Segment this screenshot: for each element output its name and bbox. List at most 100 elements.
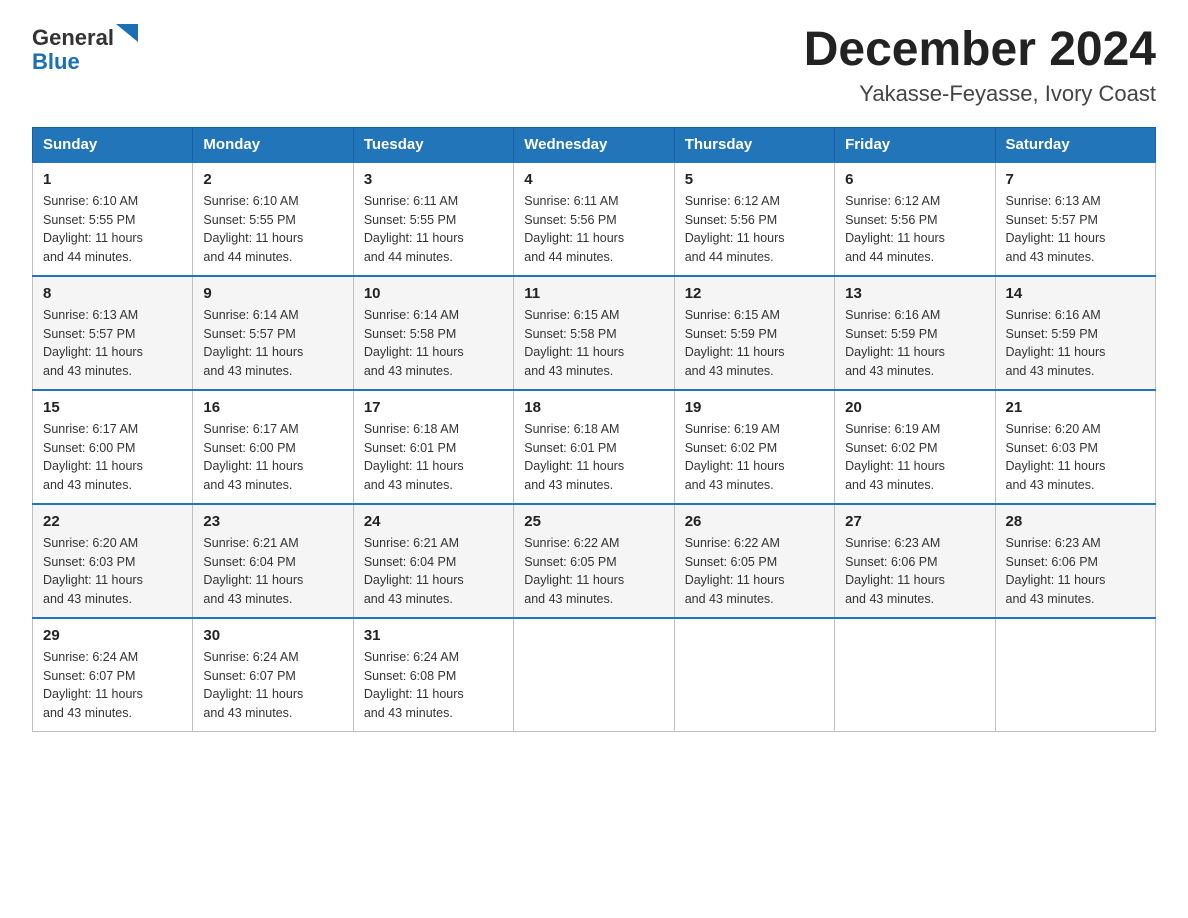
day-number: 22: [43, 513, 182, 530]
day-info: Sunrise: 6:22 AMSunset: 6:05 PMDaylight:…: [524, 534, 663, 609]
title-block: December 2024 Yakasse-Feyasse, Ivory Coa…: [804, 24, 1156, 107]
calendar-cell: 20 Sunrise: 6:19 AMSunset: 6:02 PMDayligh…: [835, 390, 995, 504]
logo-arrow-icon: [116, 24, 138, 46]
calendar-cell: 8 Sunrise: 6:13 AMSunset: 5:57 PMDaylight…: [33, 276, 193, 390]
day-info: Sunrise: 6:10 AMSunset: 5:55 PMDaylight:…: [203, 192, 342, 267]
calendar-cell: 24 Sunrise: 6:21 AMSunset: 6:04 PMDayligh…: [353, 504, 513, 618]
weekday-header-row: SundayMondayTuesdayWednesdayThursdayFrid…: [33, 127, 1156, 162]
week-row-1: 1 Sunrise: 6:10 AMSunset: 5:55 PMDaylight…: [33, 162, 1156, 276]
day-number: 19: [685, 399, 824, 416]
calendar-cell: 23 Sunrise: 6:21 AMSunset: 6:04 PMDayligh…: [193, 504, 353, 618]
day-number: 13: [845, 285, 984, 302]
calendar-cell: 10 Sunrise: 6:14 AMSunset: 5:58 PMDayligh…: [353, 276, 513, 390]
day-info: Sunrise: 6:16 AMSunset: 5:59 PMDaylight:…: [1006, 306, 1145, 381]
calendar-cell: 11Sunrise: 6:15 AMSunset: 5:58 PMDayligh…: [514, 276, 674, 390]
day-info: Sunrise: 6:23 AMSunset: 6:06 PMDaylight:…: [1006, 534, 1145, 609]
day-info: Sunrise: 6:14 AMSunset: 5:58 PMDaylight:…: [364, 306, 503, 381]
logo-blue-text: Blue: [32, 49, 80, 75]
calendar-cell: 28 Sunrise: 6:23 AMSunset: 6:06 PMDayligh…: [995, 504, 1155, 618]
calendar-cell: 9 Sunrise: 6:14 AMSunset: 5:57 PMDaylight…: [193, 276, 353, 390]
calendar-cell: 15 Sunrise: 6:17 AMSunset: 6:00 PMDayligh…: [33, 390, 193, 504]
calendar-cell: 4Sunrise: 6:11 AMSunset: 5:56 PMDaylight…: [514, 162, 674, 276]
weekday-header-wednesday: Wednesday: [514, 127, 674, 162]
calendar-cell: 26Sunrise: 6:22 AMSunset: 6:05 PMDayligh…: [674, 504, 834, 618]
day-info: Sunrise: 6:17 AMSunset: 6:00 PMDaylight:…: [203, 420, 342, 495]
calendar-cell: 30 Sunrise: 6:24 AMSunset: 6:07 PMDayligh…: [193, 618, 353, 732]
calendar-cell: 16 Sunrise: 6:17 AMSunset: 6:00 PMDayligh…: [193, 390, 353, 504]
day-info: Sunrise: 6:23 AMSunset: 6:06 PMDaylight:…: [845, 534, 984, 609]
day-info: Sunrise: 6:20 AMSunset: 6:03 PMDaylight:…: [1006, 420, 1145, 495]
day-info: Sunrise: 6:19 AMSunset: 6:02 PMDaylight:…: [845, 420, 984, 495]
day-info: Sunrise: 6:24 AMSunset: 6:07 PMDaylight:…: [43, 648, 182, 723]
day-info: Sunrise: 6:14 AMSunset: 5:57 PMDaylight:…: [203, 306, 342, 381]
day-number: 15: [43, 399, 182, 416]
day-info: Sunrise: 6:24 AMSunset: 6:07 PMDaylight:…: [203, 648, 342, 723]
day-number: 27: [845, 513, 984, 530]
day-info: Sunrise: 6:21 AMSunset: 6:04 PMDaylight:…: [203, 534, 342, 609]
day-number: 4: [524, 171, 663, 188]
day-number: 5: [685, 171, 824, 188]
day-number: 18: [524, 399, 663, 416]
calendar-cell: 21 Sunrise: 6:20 AMSunset: 6:03 PMDayligh…: [995, 390, 1155, 504]
calendar-cell: 13 Sunrise: 6:16 AMSunset: 5:59 PMDayligh…: [835, 276, 995, 390]
weekday-header-friday: Friday: [835, 127, 995, 162]
calendar-cell: 6 Sunrise: 6:12 AMSunset: 5:56 PMDaylight…: [835, 162, 995, 276]
calendar-cell: [995, 618, 1155, 732]
month-title: December 2024: [804, 24, 1156, 77]
calendar-cell: 19Sunrise: 6:19 AMSunset: 6:02 PMDayligh…: [674, 390, 834, 504]
day-number: 24: [364, 513, 503, 530]
day-info: Sunrise: 6:12 AMSunset: 5:56 PMDaylight:…: [685, 192, 824, 267]
calendar-cell: [835, 618, 995, 732]
page-header: General Blue December 2024 Yakasse-Feyas…: [32, 24, 1156, 107]
day-number: 28: [1006, 513, 1145, 530]
day-number: 14: [1006, 285, 1145, 302]
calendar-cell: [674, 618, 834, 732]
calendar-cell: 22Sunrise: 6:20 AMSunset: 6:03 PMDayligh…: [33, 504, 193, 618]
calendar-cell: 7Sunrise: 6:13 AMSunset: 5:57 PMDaylight…: [995, 162, 1155, 276]
day-number: 11: [524, 285, 663, 302]
day-info: Sunrise: 6:13 AMSunset: 5:57 PMDaylight:…: [1006, 192, 1145, 267]
calendar-cell: [514, 618, 674, 732]
day-number: 2: [203, 171, 342, 188]
weekday-header-tuesday: Tuesday: [353, 127, 513, 162]
day-number: 25: [524, 513, 663, 530]
day-number: 10: [364, 285, 503, 302]
day-info: Sunrise: 6:24 AMSunset: 6:08 PMDaylight:…: [364, 648, 503, 723]
calendar-cell: 3 Sunrise: 6:11 AMSunset: 5:55 PMDaylight…: [353, 162, 513, 276]
day-number: 3: [364, 171, 503, 188]
logo: General Blue: [32, 24, 138, 75]
day-number: 1: [43, 171, 182, 188]
day-number: 23: [203, 513, 342, 530]
day-info: Sunrise: 6:16 AMSunset: 5:59 PMDaylight:…: [845, 306, 984, 381]
day-info: Sunrise: 6:13 AMSunset: 5:57 PMDaylight:…: [43, 306, 182, 381]
day-number: 20: [845, 399, 984, 416]
day-number: 6: [845, 171, 984, 188]
day-number: 9: [203, 285, 342, 302]
day-info: Sunrise: 6:17 AMSunset: 6:00 PMDaylight:…: [43, 420, 182, 495]
week-row-2: 8 Sunrise: 6:13 AMSunset: 5:57 PMDaylight…: [33, 276, 1156, 390]
calendar-cell: 5 Sunrise: 6:12 AMSunset: 5:56 PMDaylight…: [674, 162, 834, 276]
calendar-cell: 31 Sunrise: 6:24 AMSunset: 6:08 PMDayligh…: [353, 618, 513, 732]
day-info: Sunrise: 6:21 AMSunset: 6:04 PMDaylight:…: [364, 534, 503, 609]
day-number: 31: [364, 627, 503, 644]
day-info: Sunrise: 6:11 AMSunset: 5:55 PMDaylight:…: [364, 192, 503, 267]
calendar-cell: 12Sunrise: 6:15 AMSunset: 5:59 PMDayligh…: [674, 276, 834, 390]
day-info: Sunrise: 6:12 AMSunset: 5:56 PMDaylight:…: [845, 192, 984, 267]
day-number: 8: [43, 285, 182, 302]
day-info: Sunrise: 6:10 AMSunset: 5:55 PMDaylight:…: [43, 192, 182, 267]
calendar-cell: 18Sunrise: 6:18 AMSunset: 6:01 PMDayligh…: [514, 390, 674, 504]
day-number: 16: [203, 399, 342, 416]
day-info: Sunrise: 6:15 AMSunset: 5:59 PMDaylight:…: [685, 306, 824, 381]
day-number: 21: [1006, 399, 1145, 416]
calendar-cell: 1 Sunrise: 6:10 AMSunset: 5:55 PMDaylight…: [33, 162, 193, 276]
day-number: 30: [203, 627, 342, 644]
calendar-table: SundayMondayTuesdayWednesdayThursdayFrid…: [32, 127, 1156, 732]
week-row-3: 15 Sunrise: 6:17 AMSunset: 6:00 PMDayligh…: [33, 390, 1156, 504]
calendar-cell: 25 Sunrise: 6:22 AMSunset: 6:05 PMDayligh…: [514, 504, 674, 618]
weekday-header-monday: Monday: [193, 127, 353, 162]
calendar-cell: 14 Sunrise: 6:16 AMSunset: 5:59 PMDayligh…: [995, 276, 1155, 390]
weekday-header-thursday: Thursday: [674, 127, 834, 162]
week-row-5: 29Sunrise: 6:24 AMSunset: 6:07 PMDayligh…: [33, 618, 1156, 732]
day-info: Sunrise: 6:22 AMSunset: 6:05 PMDaylight:…: [685, 534, 824, 609]
week-row-4: 22Sunrise: 6:20 AMSunset: 6:03 PMDayligh…: [33, 504, 1156, 618]
